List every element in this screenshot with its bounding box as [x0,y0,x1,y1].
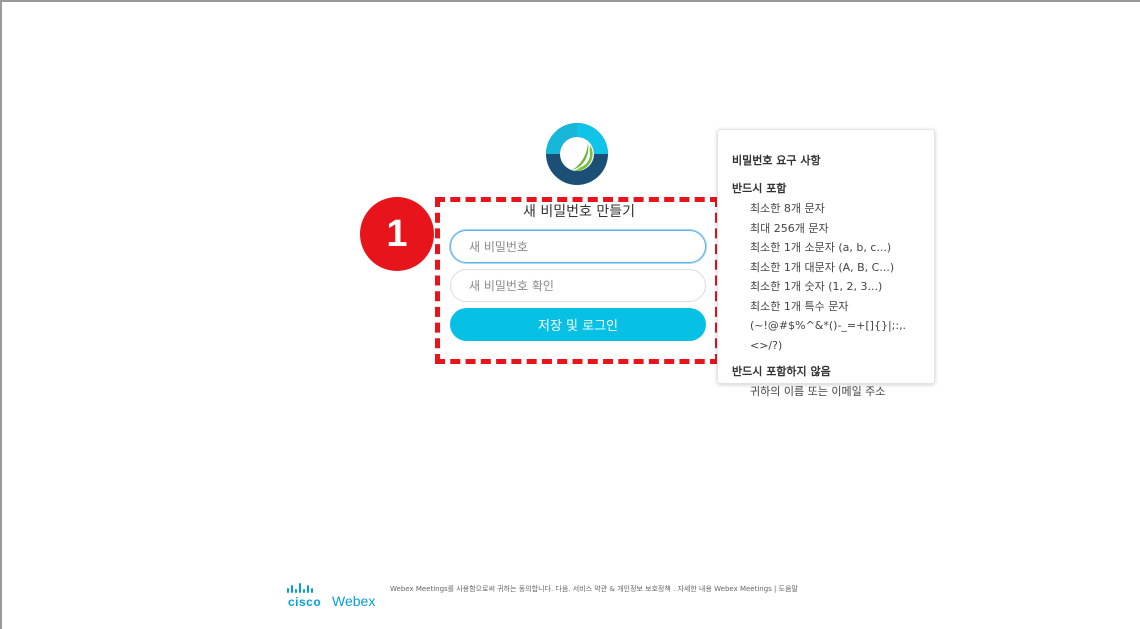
requirement-item: (~!@#$%^&*()-_=+[]{}|;:,.<>/?) [750,319,907,352]
requirement-item: 최소한 1개 숫자 (1, 2, 3...) [750,280,883,293]
requirement-item: 최소한 1개 대문자 (A, B, C...) [750,260,895,274]
cisco-bars-icon [287,583,313,593]
form-title: 새 비밀번호 만들기 [523,204,635,220]
requirements-title: 비밀번호 요구 사항 [732,154,821,167]
step-number-badge: 1 [360,197,434,271]
webex-wordmark: Webex [332,593,376,609]
webex-logo-icon [546,123,608,185]
must-not-include-heading: 반드시 포함하지 않음 [732,365,831,378]
requirement-item: 귀하의 이름 또는 이메일 주소 [750,385,886,398]
cisco-wordmark: cisco [288,595,322,609]
footer-legal-text: Webex Meetings를 사용함으로써 귀하는 동의합니다. 다음. 서비… [390,585,798,593]
confirm-password-input[interactable] [450,269,706,302]
must-include-heading: 반드시 포함 [732,182,787,195]
new-password-input[interactable] [450,230,706,263]
requirement-item: 최소한 1개 소문자 (a, b, c...) [750,241,892,254]
requirement-item: 최소한 1개 특수 문자 [750,299,849,313]
cisco-webex-logo: cisco Webex [286,582,375,609]
save-and-login-button[interactable]: 저장 및 로그인 [450,308,706,341]
requirement-item: 최소한 8개 문자 [750,202,825,215]
password-requirements-panel: 비밀번호 요구 사항 반드시 포함 최소한 8개 문자 최대 256개 문자 최… [717,129,935,398]
requirement-item: 최대 256개 문자 [750,221,829,235]
